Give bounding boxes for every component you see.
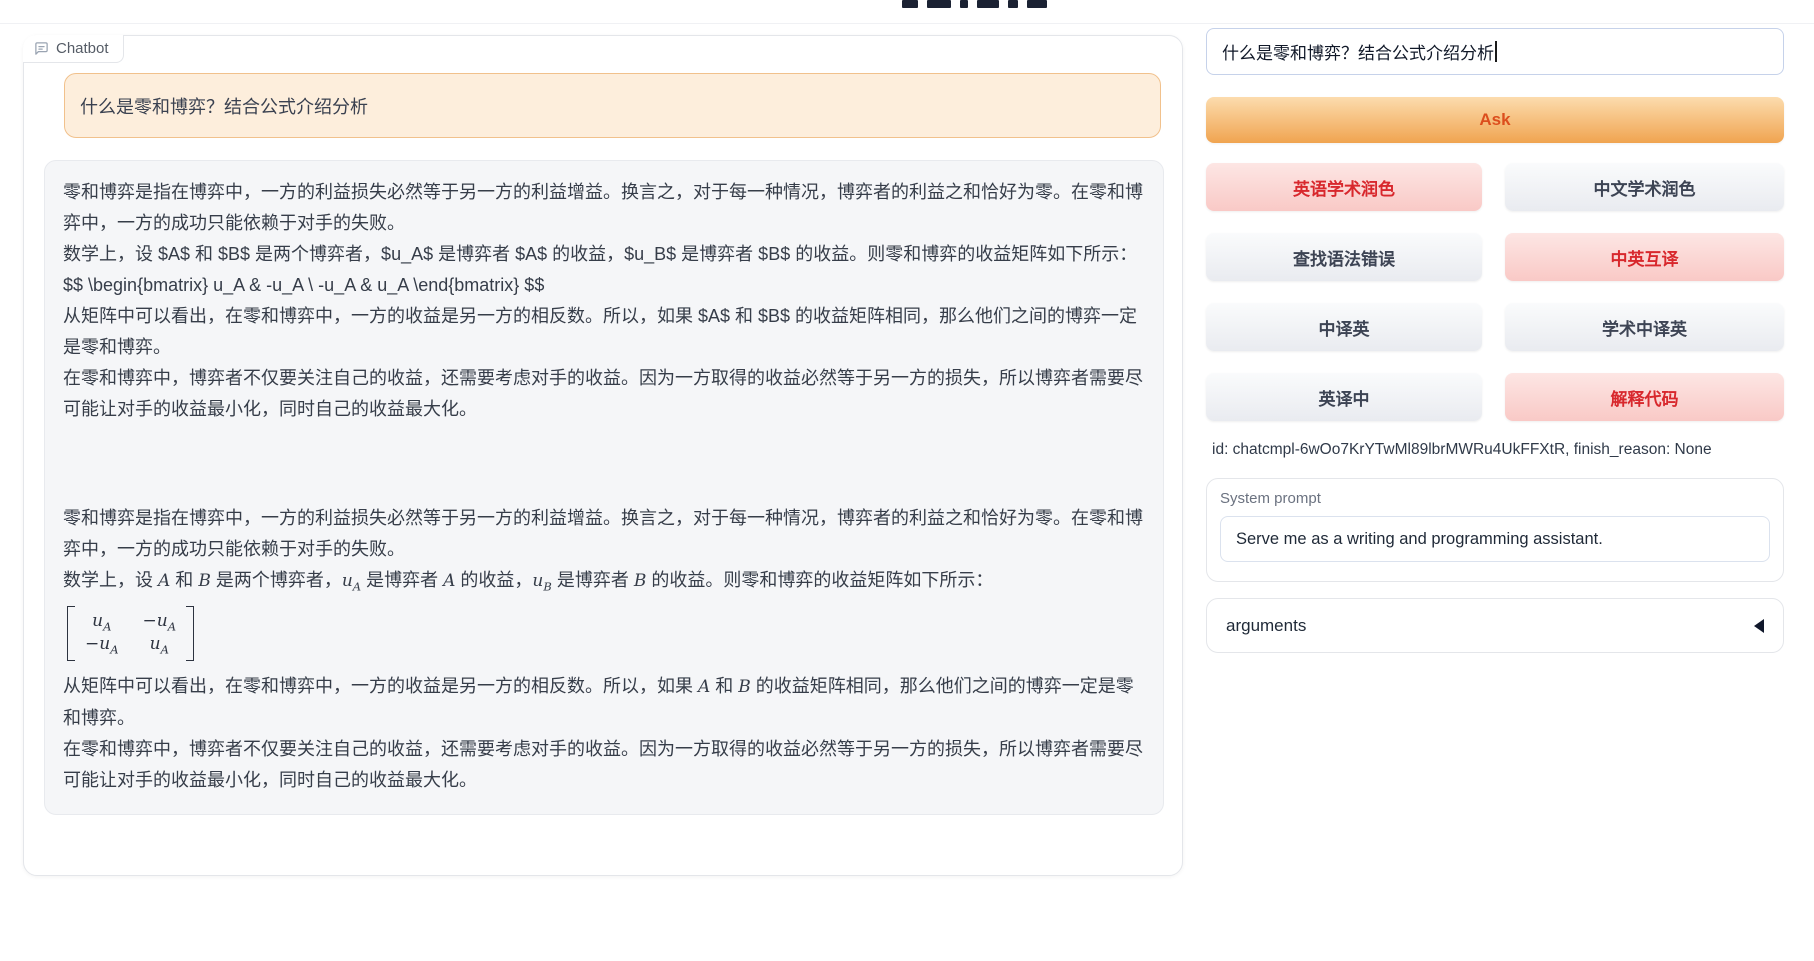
action-button-find-grammar-errors[interactable]: 查找语法错误 <box>1206 233 1482 281</box>
action-button-academic-zh-to-en[interactable]: 学术中译英 <box>1505 303 1784 351</box>
bot-rendered-paragraph: 零和博弈是指在博弈中，一方的利益损失必然等于另一方的利益增益。换言之，对于每一种… <box>63 503 1143 565</box>
text-cursor <box>1495 41 1497 62</box>
user-message-bubble: 什么是零和博弈？结合公式介绍分析 <box>64 73 1161 138</box>
bot-message-raw-block: 零和博弈是指在博弈中，一方的利益损失必然等于另一方的利益增益。换言之，对于每一种… <box>63 177 1143 425</box>
bot-rendered-paragraph: 在零和博弈中，博弈者不仅要关注自己的收益，还需要考虑对手的收益。因为一方取得的收… <box>63 734 1143 796</box>
arguments-accordion[interactable]: arguments <box>1206 598 1784 653</box>
matrix-right-bracket <box>186 606 194 662</box>
bot-raw-paragraph: 零和博弈是指在博弈中，一方的利益损失必然等于另一方的利益增益。换言之，对于每一种… <box>63 177 1143 239</box>
matrix-left-bracket <box>67 606 75 662</box>
clipped-heading-fragment <box>902 0 1047 9</box>
system-prompt-label: System prompt <box>1220 490 1770 507</box>
action-button-english-academic-polish[interactable]: 英语学术润色 <box>1206 163 1482 211</box>
system-prompt-input[interactable]: Serve me as a writing and programming as… <box>1220 516 1770 562</box>
system-prompt-group: System prompt Serve me as a writing and … <box>1206 478 1784 582</box>
action-button-chinese-academic-polish[interactable]: 中文学术润色 <box>1505 163 1784 211</box>
system-prompt-value: Serve me as a writing and programming as… <box>1236 530 1603 549</box>
accordion-collapsed-arrow-icon <box>1754 619 1764 633</box>
bot-rendered-paragraph-math: 从矩阵中可以看出，在零和博弈中，一方的收益是另一方的相反数。所以，如果 A 和 … <box>63 671 1143 734</box>
bot-raw-paragraph: 数学上，设 $A$ 和 $B$ 是两个博弈者，$u_A$ 是博弈者 $A$ 的收… <box>63 239 1143 270</box>
bot-raw-latex-formula: $$ \begin{bmatrix} u_A & -u_A \ -u_A & u… <box>63 270 1143 301</box>
chatbot-label-text: Chatbot <box>56 40 109 57</box>
response-status-line: id: chatcmpl-6wOo7KrYTwMl89lbrMWRu4UkFFX… <box>1212 441 1712 459</box>
bot-raw-paragraph: 在零和博弈中，博弈者不仅要关注自己的收益，还需要考虑对手的收益。因为一方取得的收… <box>63 363 1143 425</box>
chatbot-label: Chatbot <box>23 35 124 63</box>
ask-button[interactable]: Ask <box>1206 97 1784 143</box>
arguments-accordion-label: arguments <box>1226 616 1306 636</box>
user-message-text: 什么是零和博弈？结合公式介绍分析 <box>80 93 368 119</box>
bot-message-bubble: 零和博弈是指在博弈中，一方的利益损失必然等于另一方的利益增益。换言之，对于每一种… <box>44 160 1164 815</box>
bot-message-rendered-block: 零和博弈是指在博弈中，一方的利益损失必然等于另一方的利益增益。换言之，对于每一种… <box>63 503 1143 796</box>
action-button-zh-en-mutual-translate[interactable]: 中英互译 <box>1505 233 1784 281</box>
chatbot-panel: Chatbot 什么是零和博弈？结合公式介绍分析 零和博弈是指在博弈中，一方的利… <box>23 35 1183 876</box>
bot-rendered-paragraph-math: 数学上，设 A 和 B 是两个博弈者，uA 是博弈者 A 的收益，uB 是博弈者… <box>63 565 1143 603</box>
control-sidebar: 什么是零和博弈？结合公式介绍分析 Ask 英语学术润色 中文学术润色 查找语法错… <box>1206 0 1786 961</box>
action-button-explain-code[interactable]: 解释代码 <box>1505 373 1784 421</box>
question-input[interactable]: 什么是零和博弈？结合公式介绍分析 <box>1206 28 1784 75</box>
bot-raw-paragraph: 从矩阵中可以看出，在零和博弈中，一方的收益是另一方的相反数。所以，如果 $A$ … <box>63 301 1143 363</box>
question-input-value: 什么是零和博弈？结合公式介绍分析 <box>1222 39 1494 64</box>
payoff-matrix: uA −uA −uA uA <box>67 606 194 662</box>
chat-bubble-icon <box>34 41 49 56</box>
action-button-en-to-zh[interactable]: 英译中 <box>1206 373 1482 421</box>
action-button-zh-to-en[interactable]: 中译英 <box>1206 303 1482 351</box>
